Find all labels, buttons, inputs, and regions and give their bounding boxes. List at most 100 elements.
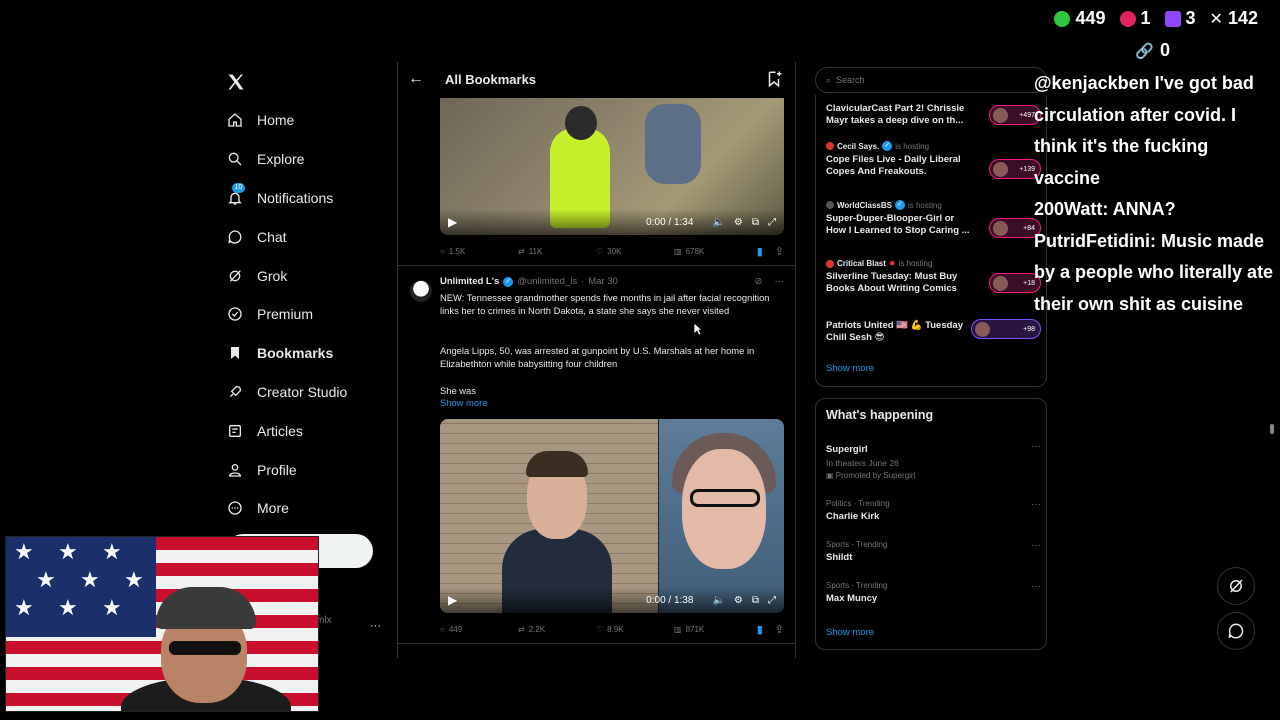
space-title: Silverline Tuesday: Must Buy Books About…	[826, 271, 958, 294]
nav-chat[interactable]: Chat	[226, 217, 386, 256]
bookmark-filled-icon[interactable]: ▮	[757, 623, 763, 636]
spaces-show-more-link[interactable]: Show more	[826, 363, 874, 374]
reply-button[interactable]: ○ 1.5K	[440, 247, 518, 256]
messages-floating-button[interactable]	[1217, 612, 1255, 650]
like-button[interactable]: ♡ 30K	[596, 247, 674, 256]
avatar[interactable]	[410, 280, 432, 302]
repost-button[interactable]: ⇄ 2.2K	[518, 625, 596, 634]
bookmark-folder-add-icon[interactable]	[765, 70, 783, 88]
video-player[interactable]: ▶ 0:00 / 1:34 🔈 ⚙ ⧉ ⤢	[440, 98, 784, 235]
nav-articles[interactable]: Articles	[226, 411, 386, 450]
search-input[interactable]: ⌕ Search	[815, 67, 1047, 93]
chat-message: @kenjackben I've got bad circulation aft…	[1034, 73, 1254, 188]
viewer-count: 3	[1185, 8, 1196, 28]
trend-meta: Sports · Trending	[826, 581, 888, 590]
space-item[interactable]: Cecil Says. ✓ is hosting Cope Files Live -…	[826, 141, 1041, 179]
grok-icon[interactable]: ⊘	[755, 276, 763, 287]
chat-icon	[1228, 623, 1244, 639]
repost-count: 11K	[528, 247, 543, 256]
heart-icon: ♡	[596, 625, 604, 634]
trend-item[interactable]: Sports · Trending Shildt ···	[826, 540, 1041, 563]
space-item[interactable]: Critical Blast ✹ is hosting Silverline Tue…	[826, 259, 1041, 295]
views-icon: ▥	[674, 247, 682, 256]
verified-badge-icon: ✓	[882, 141, 893, 151]
back-arrow-icon[interactable]: ←	[408, 70, 424, 88]
nav-label: Creator Studio	[257, 383, 348, 400]
trend-more-icon[interactable]: ···	[1031, 499, 1041, 510]
search-icon: ⌕	[826, 74, 832, 85]
tweet-divider	[398, 643, 795, 644]
scrollbar-thumb[interactable]	[1270, 424, 1274, 434]
nav-label: Chat	[257, 228, 287, 245]
views-button[interactable]: ▥ 678K	[674, 247, 752, 256]
trend-item[interactable]: Politics · Trending Charlie Kirk ···	[826, 499, 1041, 522]
trend-name: Supergirl	[826, 444, 868, 455]
x-logo-icon[interactable]	[226, 72, 246, 92]
reply-icon: ○	[440, 247, 445, 256]
play-icon[interactable]: ▶	[448, 593, 457, 607]
webcam-overlay: ★ ★ ★ ★ ★ ★ ★ ★ ★	[5, 536, 319, 712]
tweet-date[interactable]: Mar 30	[588, 276, 618, 287]
show-more-link[interactable]: Show more	[440, 397, 487, 408]
video-thumbnail-woman	[682, 449, 766, 569]
streamer-cap	[156, 587, 256, 629]
video-time: 0:00 / 1:34	[646, 216, 694, 228]
nav-notifications[interactable]: 10 Notifications	[226, 179, 386, 218]
nav-profile[interactable]: Profile	[226, 450, 386, 489]
promoted-icon: ▣	[826, 471, 836, 480]
nav-home[interactable]: Home	[226, 101, 386, 140]
like-button[interactable]: ♡ 8.9K	[596, 625, 674, 634]
nav-more[interactable]: More	[226, 489, 386, 528]
trend-item[interactable]: Sports · Trending Max Muncy ···	[826, 581, 1041, 604]
fullscreen-icon[interactable]: ⤢	[768, 217, 776, 228]
settings-icon[interactable]: ⚙	[734, 217, 743, 228]
tweet-divider	[398, 265, 795, 266]
space-item[interactable]: WorldClassBS ✓ is hosting Super-Duper-Bloo…	[826, 200, 1041, 238]
tweet-more-icon[interactable]: ···	[775, 276, 785, 287]
trend-more-icon[interactable]: ···	[1031, 581, 1041, 592]
space-listener-count[interactable]: +98	[971, 319, 1041, 339]
account-menu-icon[interactable]: ···	[370, 620, 381, 632]
share-icon[interactable]: ⇪	[775, 623, 784, 636]
trend-more-icon[interactable]: ···	[1031, 441, 1041, 452]
nav-premium[interactable]: Premium	[226, 295, 386, 334]
nav-explore[interactable]: Explore	[226, 140, 386, 179]
pip-icon[interactable]: ⧉	[752, 595, 759, 606]
rumble-icon	[1054, 10, 1071, 27]
bookmark-filled-icon[interactable]: ▮	[757, 245, 763, 258]
nav-grok[interactable]: Grok	[226, 256, 386, 295]
reply-button[interactable]: ○ 449	[440, 625, 518, 634]
nav-label: More	[257, 500, 289, 517]
trend-promoted: ▣ Promoted by Supergirl	[826, 471, 1041, 480]
rumble-viewers: 449	[1054, 8, 1106, 29]
views-button[interactable]: ▥ 871K	[674, 625, 752, 634]
video-thumbnail-hair	[526, 451, 588, 477]
share-icon[interactable]: ⇪	[775, 245, 784, 258]
video-thumbnail-head	[565, 106, 597, 140]
nav-label: Bookmarks	[257, 345, 334, 362]
bookmarks-timeline[interactable]: ← All Bookmarks ▶ 0:00 / 1:34 🔈 ⚙ ⧉ ⤢ ○ 1…	[397, 62, 796, 658]
nav-creator-studio[interactable]: Creator Studio	[226, 373, 386, 412]
nav-bookmarks[interactable]: Bookmarks	[226, 334, 386, 373]
volume-icon[interactable]: 🔈	[712, 595, 724, 606]
space-item[interactable]: Patriots United 🇺🇸 💪 Tuesday Chill Sesh …	[826, 317, 1041, 344]
trends-show-more-link[interactable]: Show more	[826, 627, 874, 638]
settings-icon[interactable]: ⚙	[734, 595, 743, 606]
play-icon[interactable]: ▶	[448, 215, 457, 229]
chat-message: 200Watt: ANNA?	[1034, 199, 1176, 219]
trend-more-icon[interactable]: ···	[1031, 540, 1041, 551]
fullscreen-icon[interactable]: ⤢	[768, 595, 776, 606]
repost-button[interactable]: ⇄ 11K	[518, 247, 596, 256]
flag-canton: ★ ★ ★ ★ ★ ★ ★ ★ ★	[6, 537, 156, 637]
grok-floating-button[interactable]	[1217, 567, 1255, 605]
volume-icon[interactable]: 🔈	[712, 217, 724, 228]
space-item[interactable]: ClavicularCast Part 2! Chrissie Mayr tak…	[826, 100, 1041, 127]
pip-icon[interactable]: ⧉	[752, 217, 759, 228]
video-player[interactable]: ▶ 0:00 / 1:38 🔈 ⚙ ⧉ ⤢	[440, 419, 784, 613]
author-handle[interactable]: @unlimited_ls	[517, 276, 577, 287]
rocket-icon	[226, 383, 244, 401]
author-name[interactable]: Unlimited L's	[440, 276, 499, 287]
space-title: Super-Duper-Blooper-Girl or How I Learne…	[826, 213, 970, 236]
trend-item[interactable]: Supergirl In theaters June 26 ▣ Promoted…	[826, 441, 1041, 480]
heart-icon: ♡	[596, 247, 604, 256]
